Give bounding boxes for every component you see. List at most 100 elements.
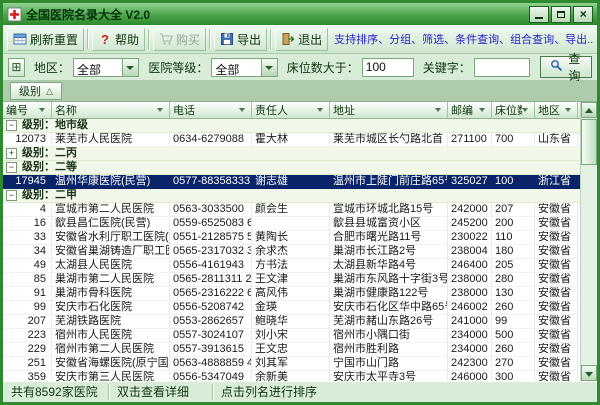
group-row-label: 级别：二等 xyxy=(22,161,77,174)
column-header-name[interactable]: 名称 xyxy=(52,102,170,119)
filter-arrow-icon[interactable] xyxy=(522,105,531,115)
collapse-icon[interactable]: − xyxy=(6,190,17,201)
cell-person: 黄陶长 xyxy=(252,231,330,245)
column-header-phone[interactable]: 电话 xyxy=(170,102,252,119)
table-row[interactable]: 34安徽省巢湖铸造厂职工医院0565-2317032 331余求杰巢湖市长江路2… xyxy=(3,245,580,259)
table-row[interactable]: 251安徽省海螺医院(原宁国水泥厂职工医院)0563-4888859 488刘其… xyxy=(3,357,580,371)
beds-input[interactable] xyxy=(362,58,414,77)
maximize-icon xyxy=(557,11,565,18)
table-row[interactable]: 99安庆市石化医院0556-5208742金瑛安庆市石化区华中路65号24600… xyxy=(3,301,580,315)
cell-region: 安徽省 xyxy=(535,245,578,259)
table-row[interactable]: 359安庆市第三人民医院0556-5347049余新美安庆市太平寺3号24600… xyxy=(3,371,580,381)
column-header-label: 地址 xyxy=(333,102,435,118)
scroll-down-icon[interactable] xyxy=(581,365,597,381)
group-row[interactable]: −级别：二等 xyxy=(3,161,580,175)
cell-region: 安徽省 xyxy=(535,217,578,231)
refresh-reset-button[interactable]: 刷新重置 xyxy=(7,28,84,51)
table-row[interactable]: 223宿州市人民医院0557-3024107刘小宋宿州市小隅口街23400050… xyxy=(3,329,580,343)
cell-name: 歙县昌仁医院(民营) xyxy=(52,217,170,231)
toolbar-button-label: 导出 xyxy=(237,31,261,48)
status-hint-sort: 点击列名进行排序 xyxy=(213,384,597,400)
table-row[interactable]: 229宿州市第二人民医院0557-3913615王文忠宿州市胜利路2340002… xyxy=(3,343,580,357)
table-row[interactable]: 12073莱芜市人民医院0634-6279088霍大林莱芜市城区长勺路北首271… xyxy=(3,133,580,147)
level-select[interactable]: 全部 xyxy=(211,58,277,77)
filter-arrow-icon[interactable] xyxy=(317,105,326,115)
filter-arrow-icon[interactable] xyxy=(479,105,488,115)
expand-icon[interactable]: + xyxy=(6,148,17,159)
close-button[interactable]: × xyxy=(573,6,593,23)
vertical-scrollbar[interactable] xyxy=(580,102,597,381)
maximize-button[interactable] xyxy=(551,6,571,23)
export-button[interactable]: 导出 xyxy=(214,28,267,51)
table-row[interactable]: 16歙县昌仁医院(民营)0559-6525083 652歙县县城富资小区2452… xyxy=(3,217,580,231)
filter-arrow-icon[interactable] xyxy=(435,105,444,115)
collapse-icon[interactable]: − xyxy=(6,120,17,131)
chevron-down-icon[interactable] xyxy=(261,59,277,76)
column-header-id[interactable]: 编号 xyxy=(3,102,52,119)
column-header-label: 邮编 xyxy=(451,102,479,118)
cell-phone: 0577-88358333 88 xyxy=(170,175,252,189)
table-row[interactable]: 17945温州华康医院(民营)0577-88358333 88谢志雄温州市上陡门… xyxy=(3,175,580,189)
cell-beds: 300 xyxy=(492,371,535,381)
cell-address: 温州市上陡门前庄路65号 xyxy=(330,175,448,189)
group-row-label: 级别：二甲 xyxy=(22,189,77,202)
cell-id: 223 xyxy=(3,329,52,343)
cell-name: 芜湖铁路医院 xyxy=(52,315,170,329)
filter-arrow-icon[interactable] xyxy=(39,105,48,115)
cell-phone: 0556-4161943 xyxy=(170,259,252,273)
table-row[interactable]: 49太湖县人民医院0556-4161943方书法太湖县新华路4号24640020… xyxy=(3,259,580,273)
keyword-label: 关键字： xyxy=(423,59,471,76)
scroll-up-icon[interactable] xyxy=(581,102,597,118)
cell-person xyxy=(252,217,330,231)
cell-region: 安徽省 xyxy=(535,259,578,273)
column-header-address[interactable]: 地址 xyxy=(330,102,448,119)
table-row[interactable]: 207芜湖铁路医院0553-2862657鲍晓华芜湖市赭山东路26号241000… xyxy=(3,315,580,329)
group-by-panel: 级别 △ xyxy=(3,81,597,102)
group-row[interactable]: +级别：二丙 xyxy=(3,147,580,161)
region-select[interactable]: 全部 xyxy=(73,58,139,77)
cell-postcode: 238004 xyxy=(448,245,492,259)
column-header-beds[interactable]: 床位数 xyxy=(492,102,535,119)
cell-phone: 0557-3913615 xyxy=(170,343,252,357)
cell-address: 安庆市石化区华中路65号 xyxy=(330,301,448,315)
filter-arrow-icon[interactable] xyxy=(565,105,574,115)
column-header-postcode[interactable]: 邮编 xyxy=(448,102,492,119)
table-row[interactable]: 33安徽省水利厅职工医院(原省水利医院)0551-2128575 590黄陶长合… xyxy=(3,231,580,245)
group-row[interactable]: −级别：二甲 xyxy=(3,189,580,203)
filter-arrow-icon[interactable] xyxy=(239,105,248,115)
scrollbar-thumb[interactable] xyxy=(581,119,597,165)
table-row[interactable]: 91巢湖市骨科医院0565-2316222 60高风伟巢湖市健康路122号238… xyxy=(3,287,580,301)
filter-arrow-icon[interactable] xyxy=(157,105,166,115)
cell-address: 巢湖市东风路十字街3号 xyxy=(330,273,448,287)
column-header-person[interactable]: 责任人 xyxy=(252,102,330,119)
group-chip-level[interactable]: 级别 △ xyxy=(10,82,62,100)
column-header-region[interactable]: 地区 xyxy=(535,102,578,119)
refresh-grid-icon xyxy=(13,32,27,46)
help-button[interactable]: ?帮助 xyxy=(92,28,145,51)
cell-beds: 100 xyxy=(492,175,535,189)
search-button[interactable]: 查询 xyxy=(540,56,592,78)
table-header: 编号名称电话责任人地址邮编床位数地区 xyxy=(3,102,580,119)
keyword-input[interactable] xyxy=(474,58,530,77)
collapse-icon[interactable]: − xyxy=(6,162,17,173)
cell-address: 太湖县新华路4号 xyxy=(330,259,448,273)
minimize-button[interactable] xyxy=(529,6,549,23)
title-bar[interactable]: 全国医院名录大全 V2.0 × xyxy=(3,3,597,25)
cell-person: 鲍晓华 xyxy=(252,315,330,329)
table-row[interactable]: 4宣城市第二人民医院0563-3033500颜会生宣城市环城北路15号24200… xyxy=(3,203,580,217)
cell-phone: 0556-5347049 xyxy=(170,371,252,381)
expand-groups-button[interactable]: ⊞ xyxy=(8,58,25,77)
cell-region: 安徽省 xyxy=(535,273,578,287)
cell-phone: 0565-2316222 60 xyxy=(170,287,252,301)
window-title: 全国医院名录大全 V2.0 xyxy=(26,6,525,23)
cell-beds: 180 xyxy=(492,245,535,259)
exit-button[interactable]: 退出 xyxy=(275,28,328,51)
level-label: 医院等级： xyxy=(148,59,208,76)
column-header-label: 责任人 xyxy=(255,102,317,118)
table-row[interactable]: 85巢湖市第二人民医院0565-2811311 261王文津巢湖市东风路十字街3… xyxy=(3,273,580,287)
cell-address: 宁国市山门路 xyxy=(330,357,448,371)
column-header-label: 床位数 xyxy=(495,102,522,118)
group-row[interactable]: −级别：地市级 xyxy=(3,119,580,133)
chevron-down-icon[interactable] xyxy=(122,59,138,76)
cell-person: 金瑛 xyxy=(252,301,330,315)
